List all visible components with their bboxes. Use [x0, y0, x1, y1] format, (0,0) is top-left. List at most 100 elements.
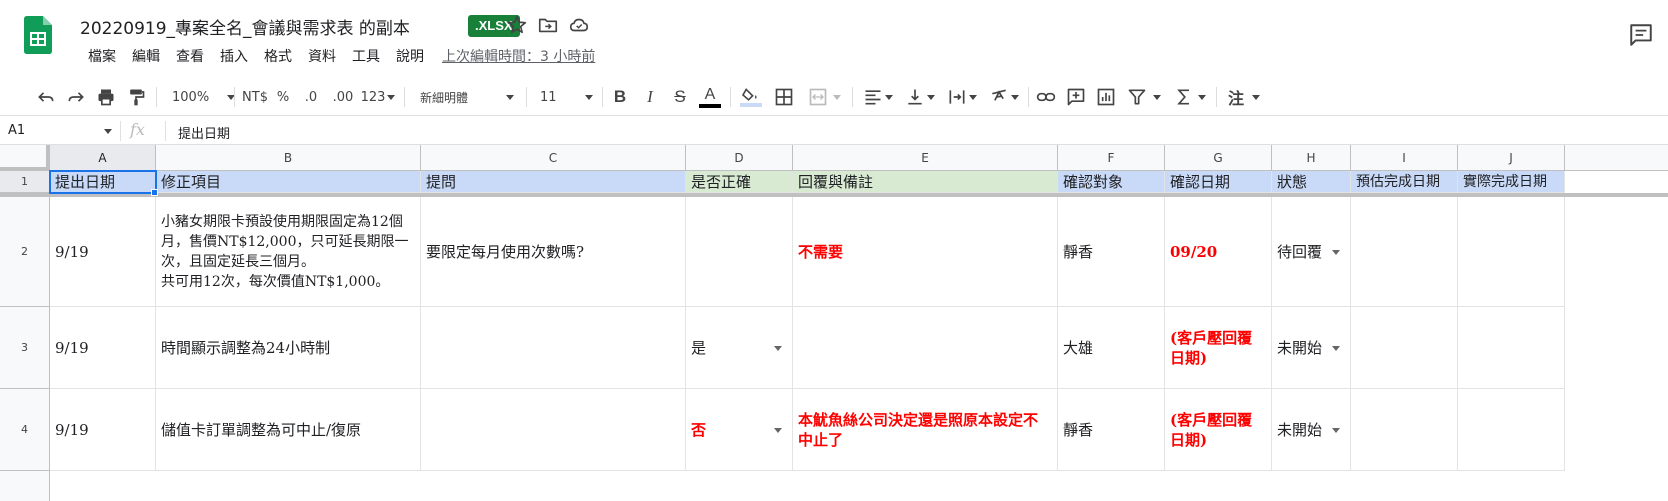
percent-format-button[interactable]: %	[274, 85, 292, 109]
cell-d4[interactable]: 否	[686, 389, 793, 471]
last-edit-link[interactable]: 上次編輯時間：3 小時前	[438, 46, 599, 66]
cell-i2[interactable]	[1351, 197, 1458, 307]
cell-b3[interactable]: 時間顯示調整為24小時制	[156, 307, 421, 389]
cell-c2[interactable]: 要限定每月使用次數嗎?	[421, 197, 686, 307]
star-icon[interactable]	[506, 14, 528, 36]
header-cell-i[interactable]: 預估完成日期	[1351, 171, 1458, 193]
header-cell-j[interactable]: 實際完成日期	[1458, 171, 1565, 193]
column-header-i[interactable]: I	[1351, 145, 1458, 171]
column-header-d[interactable]: D	[686, 145, 793, 171]
cell-h2[interactable]: 待回覆	[1272, 197, 1351, 307]
cell-f2[interactable]: 靜香	[1058, 197, 1165, 307]
insert-chart-icon[interactable]	[1094, 85, 1118, 109]
cell-h3[interactable]: 未開始	[1272, 307, 1351, 389]
column-header-g[interactable]: G	[1165, 145, 1272, 171]
input-tools-select[interactable]: 注	[1224, 85, 1264, 109]
cloud-saved-icon[interactable]	[568, 14, 590, 36]
cell-i4[interactable]	[1351, 389, 1458, 471]
cell-e3[interactable]	[793, 307, 1058, 389]
fill-handle[interactable]	[151, 189, 158, 196]
menu-help[interactable]: 說明	[388, 46, 432, 66]
document-title[interactable]: 20220919_專案全名_會議與需求表 的副本	[80, 14, 410, 39]
menu-view[interactable]: 查看	[168, 46, 212, 66]
cell-f3[interactable]: 大雄	[1058, 307, 1165, 389]
name-box-dropdown-icon[interactable]	[104, 129, 112, 134]
row-header-1[interactable]: 1	[0, 171, 50, 193]
row-header-4[interactable]: 4	[0, 389, 50, 471]
text-color-button[interactable]: A	[699, 85, 721, 109]
header-cell-b[interactable]: 修正項目	[156, 171, 421, 193]
fill-color-icon[interactable]	[738, 85, 764, 109]
insert-comment-icon[interactable]	[1064, 85, 1088, 109]
cell-a2[interactable]: 9/19	[50, 197, 156, 307]
borders-icon[interactable]	[772, 85, 796, 109]
decrease-decimal-button[interactable]: .0	[300, 85, 322, 109]
merge-cells-icon[interactable]	[804, 85, 844, 109]
cell-g3[interactable]: (客戶壓回覆日期)	[1165, 307, 1272, 389]
column-header-e[interactable]: E	[793, 145, 1058, 171]
menu-data[interactable]: 資料	[300, 46, 344, 66]
column-header-c[interactable]: C	[421, 145, 686, 171]
correct-dropdown-icon[interactable]	[774, 345, 782, 351]
header-cell-d[interactable]: 是否正確	[686, 171, 793, 193]
cell-b2[interactable]: 小豬女期限卡預設使用期限固定為12個月，售價NT$12,000，只可延長期限一次…	[156, 197, 421, 307]
header-cell-f[interactable]: 確認對象	[1058, 171, 1165, 193]
print-icon[interactable]	[94, 85, 118, 109]
menu-format[interactable]: 格式	[256, 46, 300, 66]
text-wrapping-icon[interactable]	[944, 85, 980, 109]
cell-i3[interactable]	[1351, 307, 1458, 389]
column-header-f[interactable]: F	[1058, 145, 1165, 171]
header-cell-g[interactable]: 確認日期	[1165, 171, 1272, 193]
cell-d2[interactable]	[686, 197, 793, 307]
cell-h4[interactable]: 未開始	[1272, 389, 1351, 471]
correct-dropdown-icon[interactable]	[774, 427, 782, 433]
text-rotation-icon[interactable]	[986, 85, 1022, 109]
font-family-select[interactable]: 新細明體	[414, 85, 518, 109]
status-dropdown-icon[interactable]	[1332, 427, 1340, 433]
cell-j4[interactable]	[1458, 389, 1565, 471]
menu-file[interactable]: 檔案	[80, 46, 124, 66]
functions-icon[interactable]	[1172, 85, 1208, 109]
increase-decimal-button[interactable]: .00	[330, 85, 356, 109]
undo-icon[interactable]	[34, 85, 58, 109]
strikethrough-button[interactable]: S	[670, 85, 690, 109]
italic-button[interactable]: I	[640, 85, 660, 109]
header-cell-e[interactable]: 回覆與備註	[793, 171, 1058, 193]
cell-f4[interactable]: 靜香	[1058, 389, 1165, 471]
comment-history-icon[interactable]	[1628, 22, 1654, 48]
paint-format-icon[interactable]	[124, 85, 148, 109]
cell-e4[interactable]: 本魷魚絲公司決定還是照原本設定不中止了	[793, 389, 1058, 471]
column-header-a[interactable]: A	[50, 145, 156, 171]
select-all-corner[interactable]	[0, 145, 50, 171]
column-header-b[interactable]: B	[156, 145, 421, 171]
cell-c4[interactable]	[421, 389, 686, 471]
cell-a4[interactable]: 9/19	[50, 389, 156, 471]
cell-j2[interactable]	[1458, 197, 1565, 307]
font-size-select[interactable]: 11	[536, 85, 594, 109]
column-header-j[interactable]: J	[1458, 145, 1565, 171]
sheets-logo-icon[interactable]	[24, 16, 52, 54]
cell-g4[interactable]: (客戶壓回覆日期)	[1165, 389, 1272, 471]
cell-e2[interactable]: 不需要	[793, 197, 1058, 307]
menu-tools[interactable]: 工具	[344, 46, 388, 66]
cell-a3[interactable]: 9/19	[50, 307, 156, 389]
cell-j3[interactable]	[1458, 307, 1565, 389]
menu-edit[interactable]: 編輯	[124, 46, 168, 66]
status-dropdown-icon[interactable]	[1332, 345, 1340, 351]
redo-icon[interactable]	[64, 85, 88, 109]
currency-format-button[interactable]: NT$	[240, 85, 270, 109]
cell-b4[interactable]: 儲值卡訂單調整為可中止/復原	[156, 389, 421, 471]
more-formats-select[interactable]: 123	[360, 85, 396, 109]
column-header-h[interactable]: H	[1272, 145, 1351, 171]
bold-button[interactable]: B	[610, 85, 630, 109]
cell-d3[interactable]: 是	[686, 307, 793, 389]
cell-g2[interactable]: 09/20	[1165, 197, 1272, 307]
zoom-select[interactable]: 100%	[166, 85, 236, 109]
formula-input[interactable]: 提出日期	[178, 123, 230, 142]
horizontal-align-icon[interactable]	[860, 85, 896, 109]
insert-link-icon[interactable]	[1034, 85, 1058, 109]
filter-icon[interactable]	[1124, 85, 1164, 109]
menu-insert[interactable]: 插入	[212, 46, 256, 66]
header-cell-c[interactable]: 提問	[421, 171, 686, 193]
status-dropdown-icon[interactable]	[1332, 249, 1340, 255]
